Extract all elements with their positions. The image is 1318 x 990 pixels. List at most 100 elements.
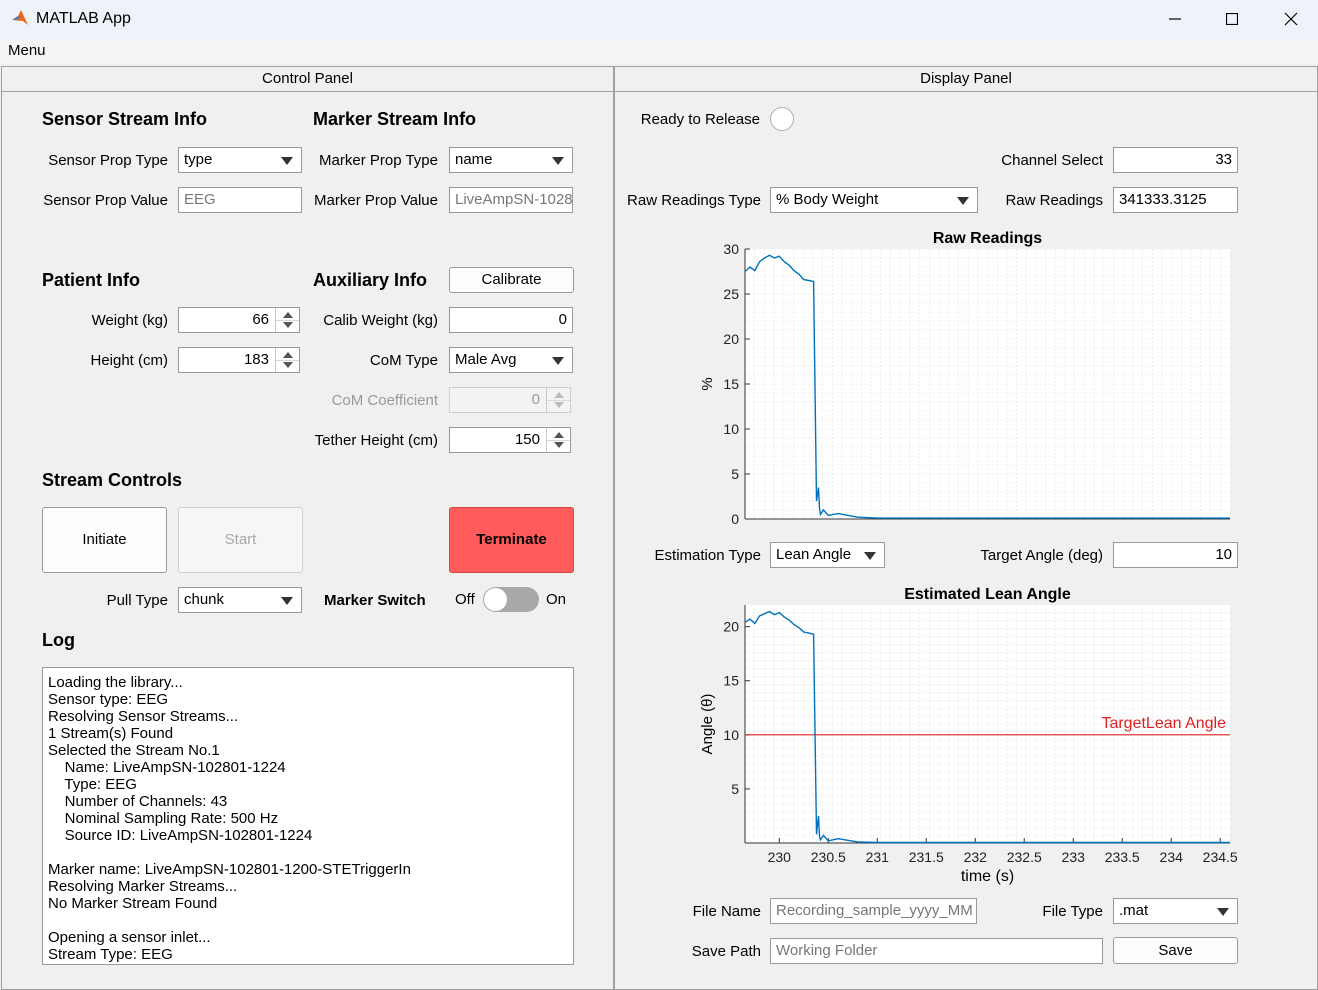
pull-type-value: chunk	[184, 591, 225, 608]
weight-label: Weight (kg)	[91, 312, 168, 329]
pull-type-label: Pull Type	[106, 592, 168, 609]
com-type-value: Male Avg	[455, 351, 517, 368]
file-name-input[interactable]: Recording_sample_yyyy_MM	[770, 898, 977, 924]
sensor-prop-type-label: Sensor Prop Type	[48, 152, 168, 169]
x-axis-label: time (s)	[961, 868, 1014, 885]
raw-readings-chart: Raw Readings 0 5 10 15 20 25 30%	[699, 230, 1230, 525]
sensor-prop-type-dropdown[interactable]: type	[178, 147, 302, 173]
log-line: Nominal Sampling Rate: 500 Hz	[48, 810, 279, 827]
y-tick-label: 5	[731, 466, 739, 482]
sensor-prop-type-value: type	[184, 151, 213, 168]
close-button[interactable]	[1268, 4, 1314, 34]
file-type-label: File Type	[1042, 903, 1103, 920]
minimize-button[interactable]	[1152, 4, 1198, 34]
save-button[interactable]: Save	[1113, 937, 1238, 964]
marker-prop-value-label: Marker Prop Value	[314, 192, 438, 209]
log-heading: Log	[42, 630, 75, 650]
marker-switch-toggle[interactable]	[483, 587, 539, 612]
x-tick-label: 233	[1062, 849, 1086, 865]
tether-height-value: 150	[514, 431, 540, 448]
sensor-prop-value-field[interactable]: EEG	[178, 187, 302, 213]
patient-info-heading: Patient Info	[42, 270, 140, 290]
stream-controls-heading: Stream Controls	[42, 470, 183, 490]
x-tick-label: 232.5	[1007, 849, 1042, 865]
spinner-arrows-icon[interactable]	[546, 428, 570, 452]
toggle-knob	[484, 588, 507, 611]
estimation-type-dropdown[interactable]: Lean Angle	[770, 542, 885, 568]
spinner-arrows-icon	[546, 388, 570, 412]
x-tick-label: 231.5	[909, 849, 944, 865]
log-line: No Marker Stream Found	[48, 895, 218, 912]
height-spinner[interactable]: 183	[178, 347, 300, 373]
calibrate-button[interactable]: Calibrate	[449, 267, 574, 293]
chevron-down-icon	[281, 597, 293, 605]
file-type-dropdown[interactable]: .mat	[1113, 898, 1238, 924]
start-button[interactable]: Start	[178, 507, 303, 573]
x-tick-label: 232	[964, 849, 988, 865]
raw-readings-field: 341333.3125	[1113, 187, 1238, 213]
pull-type-dropdown[interactable]: chunk	[178, 587, 302, 613]
target-angle-field[interactable]: 10	[1113, 542, 1238, 568]
log-line: Resolving Marker Streams...	[48, 878, 238, 895]
maximize-button[interactable]	[1209, 4, 1255, 34]
chevron-down-icon	[552, 357, 564, 365]
display-panel-title: Display Panel	[615, 67, 1317, 92]
switch-on-label: On	[546, 591, 567, 608]
x-tick-label: 230	[768, 849, 792, 865]
x-tick-label: 233.5	[1105, 849, 1140, 865]
y-tick-label: 5	[731, 781, 739, 797]
height-value: 183	[243, 351, 269, 368]
y-tick-label: 30	[723, 241, 739, 257]
marker-prop-value-field[interactable]: LiveAmpSN-1028	[449, 187, 573, 213]
tether-height-spinner[interactable]: 150	[449, 427, 571, 453]
x-tick-label: 234	[1160, 849, 1184, 865]
estimation-type-label: Estimation Type	[654, 547, 761, 564]
initiate-button[interactable]: Initiate	[42, 507, 167, 573]
marker-stream-heading: Marker Stream Info	[313, 109, 477, 129]
calib-weight-field[interactable]: 0	[449, 307, 573, 333]
y-tick-label: 20	[723, 331, 739, 347]
weight-spinner[interactable]: 66	[178, 307, 300, 333]
log-line: Source ID: LiveAmpSN-102801-1224	[48, 827, 313, 844]
auxiliary-info-heading: Auxiliary Info	[313, 270, 428, 290]
x-tick-label: 231	[866, 849, 890, 865]
ready-to-release-label: Ready to Release	[640, 111, 760, 128]
sensor-prop-value-label: Sensor Prop Value	[43, 192, 168, 209]
y-tick-label: 15	[723, 673, 739, 689]
ready-lamp-icon	[770, 107, 794, 131]
terminate-button[interactable]: Terminate	[449, 507, 574, 573]
control-panel: Control Panel Sensor Stream Info Marker …	[1, 66, 614, 990]
matlab-logo-icon	[11, 9, 29, 27]
control-panel-title: Control Panel	[2, 67, 613, 92]
maximize-icon	[1226, 13, 1238, 25]
channel-select-label: Channel Select	[1001, 152, 1103, 169]
title-bar	[0, 0, 1318, 40]
y-tick-label: 10	[723, 727, 739, 743]
y-tick-label: 25	[723, 286, 739, 302]
com-coefficient-value: 0	[531, 391, 540, 408]
marker-prop-type-dropdown[interactable]: name	[449, 147, 573, 173]
com-coefficient-spinner: 0	[449, 387, 571, 413]
save-path-label: Save Path	[691, 943, 761, 960]
height-label: Height (cm)	[90, 352, 168, 369]
log-line: Resolving Sensor Streams...	[48, 708, 239, 725]
log-line: Stream Type: EEG	[48, 946, 173, 963]
chart-title: Raw Readings	[933, 230, 1042, 247]
y-axis-label: Angle (θ)	[699, 694, 716, 755]
menu-item[interactable]: Menu	[8, 42, 46, 59]
channel-select-field[interactable]: 33	[1113, 147, 1238, 173]
marker-prop-type-value: name	[455, 151, 493, 168]
save-path-input[interactable]: Working Folder	[770, 938, 1103, 964]
tether-height-label: Tether Height (cm)	[314, 432, 438, 449]
y-tick-label: 0	[731, 511, 739, 525]
marker-prop-type-label: Marker Prop Type	[319, 152, 438, 169]
y-tick-label: 10	[723, 421, 739, 437]
com-type-dropdown[interactable]: Male Avg	[449, 347, 573, 373]
log-textarea[interactable]: Loading the library... Sensor type: EEG Re…	[42, 667, 574, 965]
log-line: Selected the Stream No.1	[48, 742, 220, 759]
com-type-label: CoM Type	[369, 352, 438, 369]
calib-weight-label: Calib Weight (kg)	[323, 312, 438, 329]
raw-readings-label: Raw Readings	[1005, 192, 1103, 209]
close-icon	[1284, 12, 1298, 26]
